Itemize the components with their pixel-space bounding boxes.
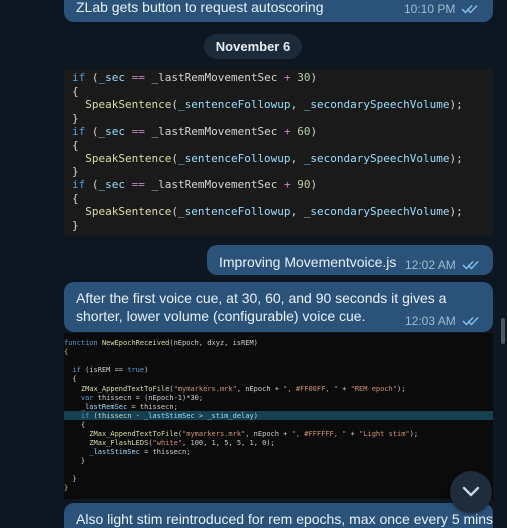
code-line: if (_sec == _lastRemMovementSec + 60) (72, 125, 318, 138)
code-line: { (72, 139, 79, 152)
code-line: function NewEpochReceived(nEpoch, dxyz, … (64, 339, 258, 347)
code-line: ZMax_AppendTextToFile("mymarkers.mrk", n… (80, 385, 406, 393)
message-bubble[interactable]: Also light stim reintroduced for rem epo… (64, 503, 493, 528)
code-line: { (64, 421, 86, 429)
message-bubble[interactable]: ZLab gets button to request autoscoring … (64, 0, 493, 22)
code-line: var thissecn = (nEpoch-1)*30; (80, 394, 204, 402)
message-time: 12:02 AM (405, 258, 456, 272)
scrollbar[interactable] (501, 318, 505, 344)
code-line: { (64, 375, 77, 383)
code-line: if (_sec == _lastRemMovementSec + 90) (72, 178, 318, 191)
code-line: SpeakSentence(_sentenceFollowup, _second… (85, 152, 463, 165)
code-line: } (64, 475, 77, 483)
scroll-to-bottom-button[interactable] (450, 471, 492, 513)
code-line: if (_sec == _lastRemMovementSec + 30) (72, 71, 318, 84)
double-check-icon (461, 4, 478, 14)
code-line: SpeakSentence(_sentenceFollowup, _second… (85, 205, 463, 218)
code-screenshot[interactable]: if (_sec == _lastRemMovementSec + 30) { … (64, 69, 493, 236)
code-line: { (72, 192, 79, 205)
code-line: _lastStimSec = thissecn; (89, 448, 191, 456)
message-meta: 12:03 AM (405, 314, 480, 328)
date-separator: November 6 (204, 34, 302, 59)
code-line: } (64, 484, 69, 492)
message-bubble[interactable]: After the first voice cue, at 30, 60, an… (64, 282, 493, 332)
code-line: ZMax_AppendTextToFile("mymarkers.mrk", n… (89, 430, 419, 438)
code-line: } (72, 219, 79, 232)
message-text: ZLab gets button to request autoscoring (76, 0, 324, 15)
code-line: } (64, 457, 86, 465)
message-text: Also light stim reintroduced for rem epo… (76, 511, 494, 527)
double-check-icon (462, 316, 479, 326)
code-screenshot[interactable]: function NewEpochReceived(nEpoch, dxyz, … (64, 333, 493, 499)
code-line: SpeakSentence(_sentenceFollowup, _second… (85, 98, 463, 111)
code-line: { (64, 348, 69, 356)
double-check-icon (462, 260, 479, 270)
code-line: } (72, 112, 79, 125)
message-text: Improving Movementvoice.js (219, 254, 397, 270)
message-meta: 10:10 PM (404, 2, 479, 16)
message-time: 10:10 PM (404, 2, 456, 16)
message-meta: 12:02 AM (405, 258, 480, 272)
code-line: _lastRemSec = thissecn; (80, 403, 178, 411)
message-bubble[interactable]: Improving Movementvoice.js 12:02 AM (207, 245, 493, 275)
code-line: } (72, 165, 79, 178)
code-line: { (72, 85, 79, 98)
message-time: 12:03 AM (405, 314, 456, 328)
chevron-down-icon (462, 486, 480, 497)
code-line: if (isREM == true) (72, 366, 149, 374)
code-line: ZMax_FlashLEDS("white", 100, 1, 5, 5, 1,… (89, 439, 275, 447)
code-line: if (thissecn - _lastStimSec > _stim_dela… (80, 412, 258, 420)
